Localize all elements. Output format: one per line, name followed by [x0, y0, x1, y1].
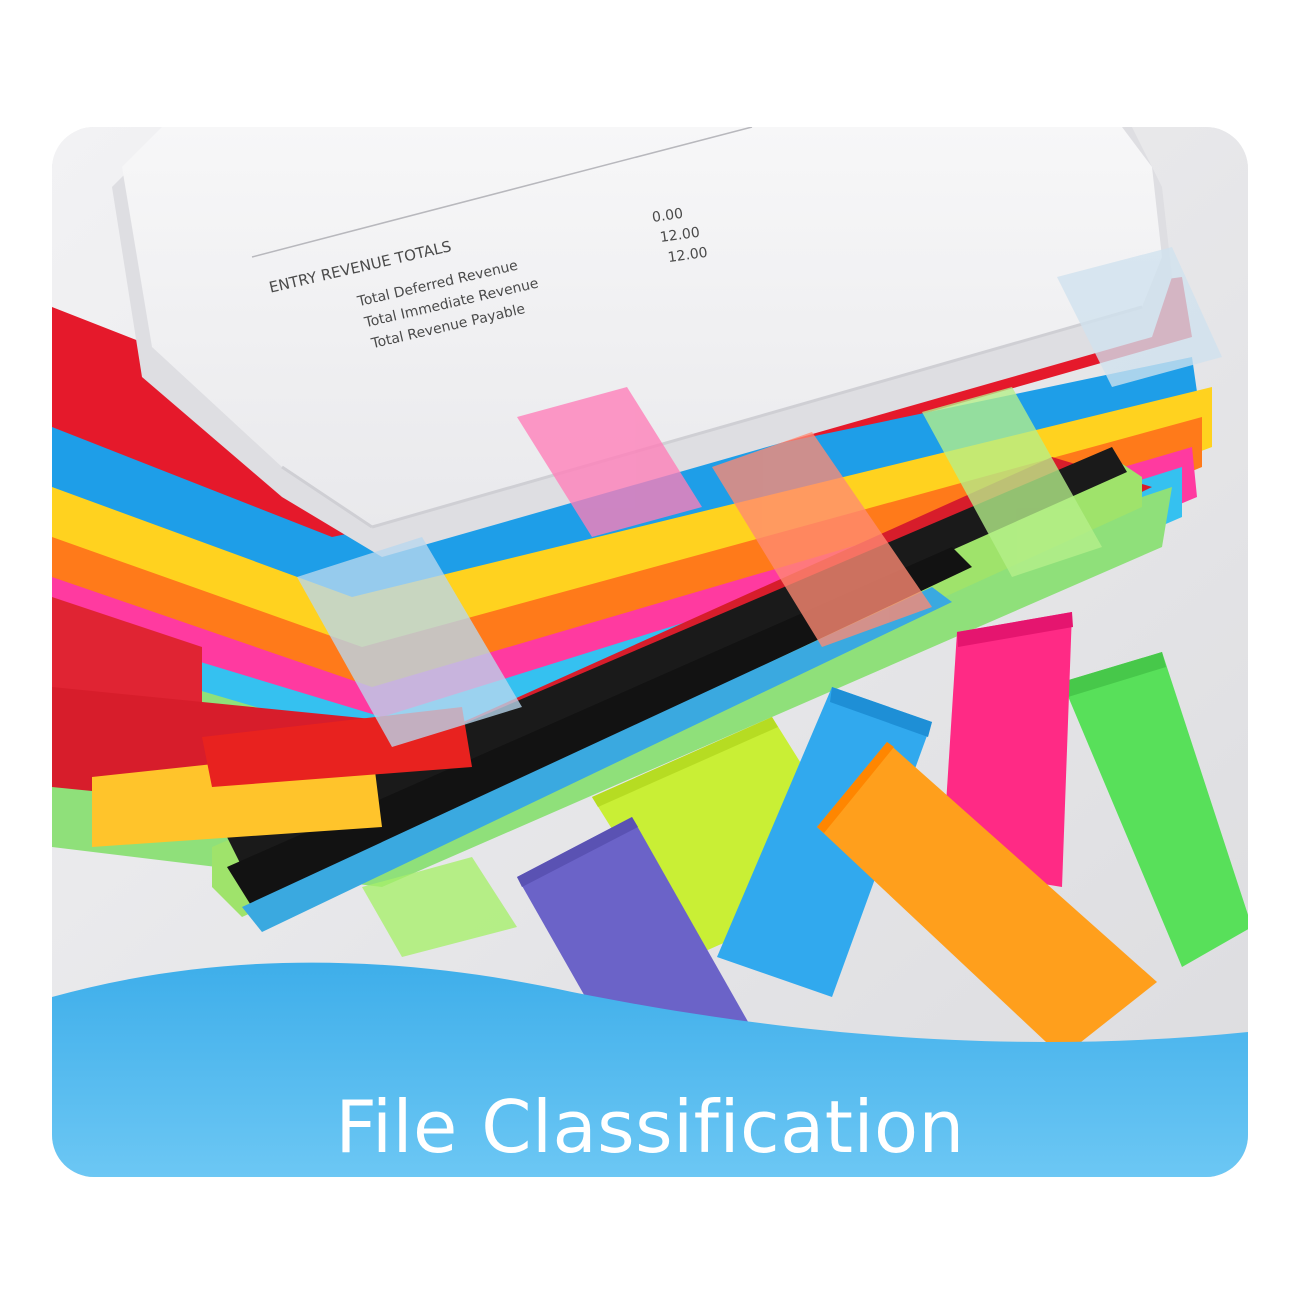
caption-title: File Classification [335, 1085, 965, 1169]
product-photo-card: ENTRY REVENUE TOTALS Total Deferred Reve… [52, 127, 1248, 1177]
file-stack-illustration: ENTRY REVENUE TOTALS Total Deferred Reve… [52, 127, 1248, 1177]
